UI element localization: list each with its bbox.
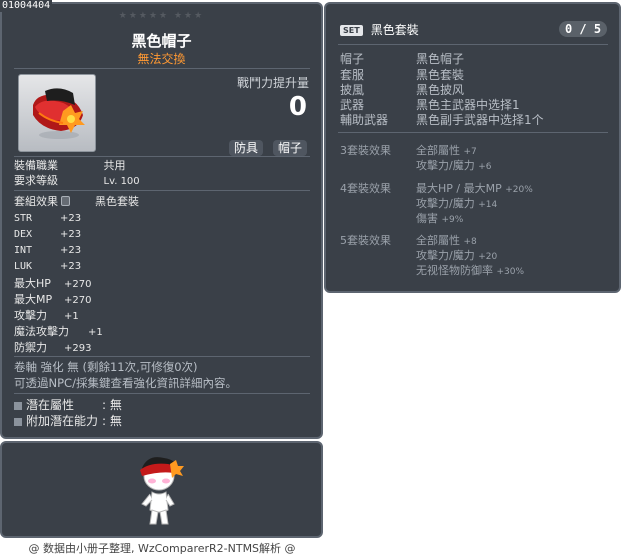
potential-label: 潛在屬性	[26, 398, 75, 412]
bonus-potential-bullet-icon	[14, 418, 22, 426]
stat-row: 防禦力 +293	[14, 339, 91, 355]
stat-name: DEX	[14, 229, 33, 240]
stat-value: +23	[60, 261, 82, 272]
divider	[14, 356, 310, 357]
stat-name: 攻擊力	[14, 309, 47, 322]
divider	[14, 393, 310, 394]
potential-bullet-icon	[14, 402, 22, 410]
required-level-value: Lv. 100	[103, 176, 140, 187]
set-effect-line: 攻擊力/魔力 +14	[416, 197, 498, 210]
credits-footer: @ 数据由小册子整理, WzComparerR2-NTMS解析 @	[28, 542, 296, 555]
attack-power-label: 戰鬥力提升量	[236, 76, 309, 90]
stat-value: +23	[60, 245, 82, 256]
required-job-label: 裝備職業	[14, 159, 58, 172]
star-force-stars: ★★★★★ ★★★	[118, 11, 205, 21]
divider	[14, 68, 310, 69]
item-icon-frame	[18, 74, 96, 152]
set-effect-value: 黑色套裝	[95, 195, 139, 208]
stat-row: INT +23	[14, 243, 81, 256]
set-title-row: SET 黑色套裝	[340, 21, 419, 38]
stat-row: 魔法攻擊力 +1	[14, 323, 103, 339]
set-info-panel: SET 黑色套裝 0 / 5 帽子 黑色帽子 套服 黑色套裝 披風 黑色披风 武器…	[324, 2, 621, 293]
set-equipped-count: 0 / 5	[559, 21, 607, 37]
stat-value: +270	[64, 295, 92, 306]
stat-value: +1	[64, 311, 79, 322]
stat-value: +23	[60, 213, 82, 224]
set-effect-label: 套組效果	[14, 195, 58, 208]
tag-hat: 帽子	[272, 140, 307, 156]
stat-value: +1	[88, 327, 103, 338]
stat-name: 魔法攻擊力	[14, 325, 69, 338]
set-piece-item: 黑色帽子	[416, 52, 465, 66]
enhance-hint-line: 可透過NPC/採集鍵查看強化資訊詳細內容。	[14, 376, 237, 390]
bonus-potential-label: 附加潛在能力	[26, 414, 99, 428]
item-id: 01004404	[0, 0, 53, 12]
attack-power-value: 0	[288, 92, 307, 122]
divider	[14, 190, 310, 191]
set-piece-slot: 帽子	[340, 52, 365, 66]
stat-value: +270	[64, 279, 92, 290]
stat-row: 攻擊力 +1	[14, 307, 79, 323]
item-tooltip-panel: ★★★★★ ★★★ 黑色帽子 無法交換 戰鬥力提升量 0 防具 帽子 裝備職業 …	[0, 2, 323, 439]
divider	[338, 132, 608, 133]
stat-name: STR	[14, 213, 33, 224]
stat-row: STR +23	[14, 211, 81, 224]
tag-armor: 防具	[228, 140, 263, 156]
stat-value: +23	[60, 229, 82, 240]
lock-icon	[61, 196, 70, 206]
bonus-potential-row: 附加潛在能力: 無	[14, 412, 122, 429]
set-effect-tier-label: 5套裝效果	[340, 234, 391, 247]
set-effect-row: 套組效果 黑色套裝	[14, 193, 139, 209]
stat-row: 最大MP +270	[14, 291, 91, 307]
bonus-potential-value: : 無	[102, 414, 122, 428]
required-job-row: 裝備職業 共用	[14, 157, 126, 173]
set-effect-line: 全部屬性 +7	[416, 144, 477, 157]
stat-name: 最大HP	[14, 277, 51, 290]
set-piece-item: 黑色副手武器中选择1个	[416, 113, 544, 127]
set-title: 黑色套裝	[370, 23, 419, 37]
stat-row: DEX +23	[14, 227, 81, 240]
stat-row: LUK +23	[14, 259, 81, 272]
stat-name: 最大MP	[14, 293, 53, 306]
potential-row: 潛在屬性 : 無	[14, 396, 122, 413]
stat-value: +293	[64, 343, 92, 354]
stat-name: 防禦力	[14, 341, 47, 354]
required-level-label: 要求等級	[14, 174, 58, 187]
set-effect-line: 无视怪物防御率 +30%	[416, 264, 525, 277]
item-name: 黑色帽子	[131, 32, 192, 50]
stat-name: LUK	[14, 261, 33, 272]
potential-value: : 無	[102, 398, 122, 412]
scroll-enhance-line: 卷軸 強化 無 (剩餘11次,可修復0次)	[14, 360, 198, 374]
set-effect-line: 攻擊力/魔力 +6	[416, 159, 492, 172]
set-effect-line: 最大HP / 最大MP +20%	[416, 182, 533, 195]
required-job-value: 共用	[103, 159, 126, 172]
set-effect-line: 傷害 +9%	[416, 212, 464, 225]
trade-status: 無法交換	[137, 52, 186, 66]
set-effect-line: 攻擊力/魔力 +20	[416, 249, 498, 262]
set-effect-tier-label: 3套裝效果	[340, 144, 391, 157]
stat-name: INT	[14, 245, 33, 256]
character-avatar	[140, 457, 184, 525]
hat-icon	[33, 88, 85, 139]
set-piece-slot: 輔助武器	[340, 113, 389, 127]
set-badge-icon: SET	[340, 25, 363, 36]
set-effect-tier-label: 4套裝效果	[340, 182, 391, 195]
stat-row: 最大HP +270	[14, 275, 91, 291]
set-effect-line: 全部屬性 +8	[416, 234, 477, 247]
required-level-row: 要求等級 Lv. 100	[14, 172, 140, 188]
divider	[338, 44, 608, 45]
